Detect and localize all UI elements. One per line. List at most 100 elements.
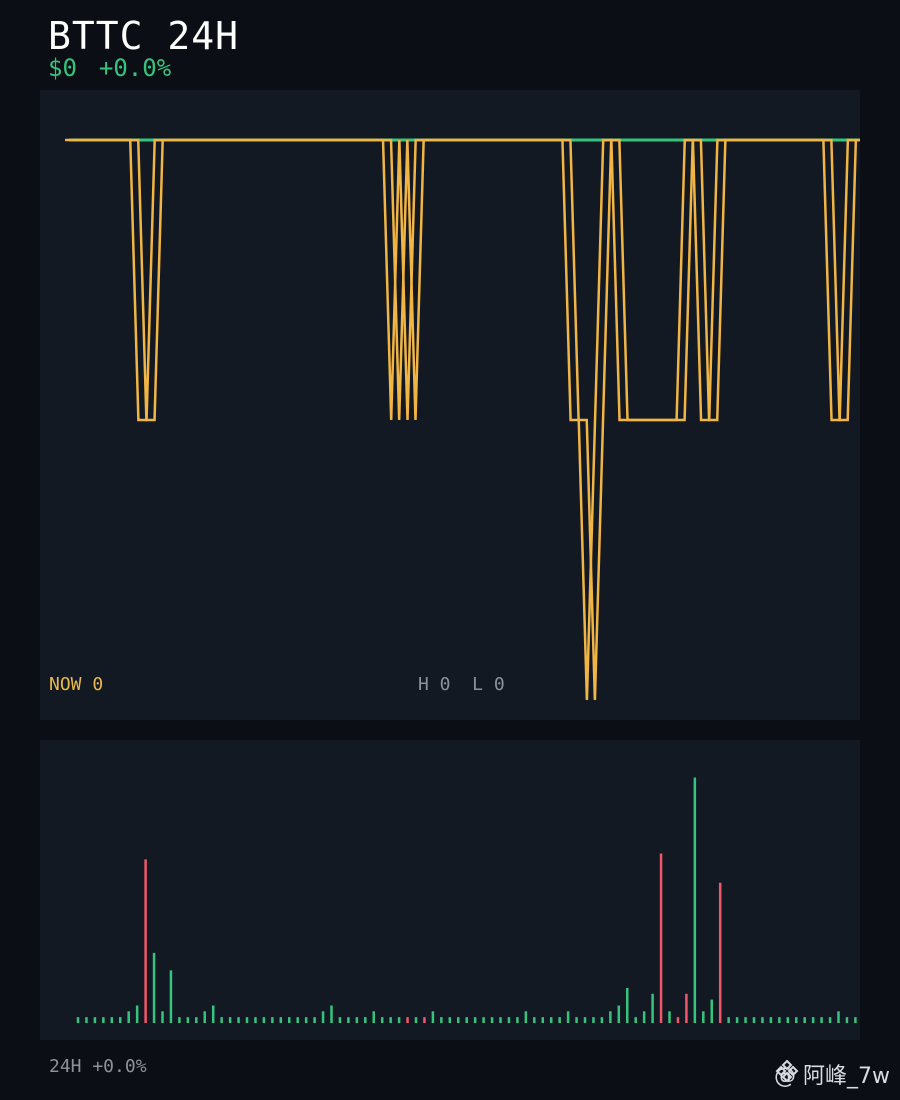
volume-bar bbox=[575, 1017, 578, 1023]
volume-bar bbox=[490, 1017, 494, 1023]
volume-bar bbox=[600, 1017, 604, 1023]
volume-bar bbox=[516, 1017, 519, 1023]
current-price: $0 bbox=[48, 54, 77, 82]
volume-bar bbox=[321, 1011, 325, 1023]
price-line-chart bbox=[65, 138, 860, 701]
volume-bar bbox=[735, 1017, 739, 1023]
volume-bar bbox=[237, 1017, 240, 1023]
price-change: +0.0% bbox=[98, 54, 172, 82]
volume-chart-panel bbox=[40, 740, 860, 1040]
volume-bar bbox=[110, 1017, 114, 1023]
volume-bar bbox=[828, 1017, 832, 1023]
volume-bar bbox=[541, 1017, 544, 1023]
volume-bar bbox=[135, 1005, 139, 1023]
volume-bar bbox=[304, 1017, 308, 1023]
volume-bar bbox=[811, 1017, 815, 1023]
volume-bar bbox=[769, 1017, 773, 1023]
volume-bar bbox=[389, 1017, 392, 1023]
price-series-line-echo bbox=[73, 138, 860, 701]
volume-bar bbox=[659, 853, 663, 1023]
volume-bar bbox=[406, 1017, 409, 1023]
volume-bar bbox=[186, 1017, 190, 1023]
volume-bar bbox=[364, 1017, 367, 1023]
volume-bar bbox=[313, 1017, 316, 1023]
footer-summary: 24H +0.0% bbox=[49, 1056, 147, 1077]
volume-bar bbox=[440, 1017, 443, 1023]
volume-bar bbox=[533, 1017, 536, 1023]
volume-bar bbox=[465, 1017, 468, 1023]
now-price-label: NOW 0 bbox=[49, 674, 104, 695]
volume-bar bbox=[693, 777, 697, 1023]
high-low-label: H 0 L 0 bbox=[418, 674, 505, 695]
volume-bar bbox=[710, 999, 713, 1023]
page-title: BTTC 24H bbox=[48, 14, 240, 58]
volume-bar bbox=[524, 1011, 528, 1023]
volume-bar bbox=[347, 1017, 350, 1023]
volume-bar bbox=[271, 1017, 274, 1023]
price-summary: $0 +0.0% bbox=[48, 54, 171, 82]
price-series-line bbox=[65, 138, 856, 701]
volume-bar bbox=[228, 1017, 232, 1023]
volume-bar bbox=[795, 1017, 798, 1023]
volume-bar bbox=[761, 1017, 764, 1023]
volume-bar bbox=[744, 1017, 747, 1023]
volume-bar bbox=[617, 1005, 621, 1023]
volume-bar bbox=[330, 1005, 333, 1023]
volume-bar bbox=[718, 882, 722, 1023]
volume-bar bbox=[195, 1017, 198, 1023]
binance-diamond-icon bbox=[775, 1059, 799, 1083]
volume-bar bbox=[414, 1017, 418, 1023]
volume-bar bbox=[727, 1017, 730, 1023]
volume-bar bbox=[803, 1017, 806, 1023]
volume-bar bbox=[549, 1017, 553, 1023]
volume-bar bbox=[507, 1017, 511, 1023]
volume-bar bbox=[473, 1017, 477, 1023]
volume-bar bbox=[355, 1017, 359, 1023]
volume-bar bbox=[668, 1011, 671, 1023]
volume-bar bbox=[499, 1017, 502, 1023]
volume-bar bbox=[457, 1017, 460, 1023]
volume-bar bbox=[152, 952, 156, 1023]
volume-bar bbox=[854, 1017, 857, 1023]
volume-bar bbox=[845, 1017, 849, 1023]
volume-bar bbox=[144, 859, 147, 1023]
volume-bar bbox=[178, 1017, 181, 1023]
volume-bar bbox=[820, 1017, 823, 1023]
volume-bar bbox=[279, 1017, 283, 1023]
volume-bar bbox=[634, 1017, 637, 1023]
volume-bar bbox=[169, 970, 173, 1023]
volume-bar bbox=[85, 1017, 88, 1023]
volume-bar bbox=[837, 1011, 840, 1023]
volume-bar bbox=[685, 993, 688, 1023]
volume-bar bbox=[558, 1017, 561, 1023]
watermark: @ 阿峰_7w bbox=[774, 1058, 890, 1090]
volume-bar bbox=[778, 1017, 781, 1023]
volume-bar bbox=[127, 1011, 130, 1023]
volume-bar bbox=[288, 1017, 291, 1023]
volume-bar bbox=[752, 1017, 756, 1023]
volume-bar bbox=[338, 1017, 342, 1023]
volume-bar bbox=[372, 1011, 375, 1023]
volume-bar bbox=[211, 1005, 215, 1023]
volume-bar bbox=[651, 993, 654, 1023]
volume-bar bbox=[119, 1017, 122, 1023]
volume-bar bbox=[642, 1011, 646, 1023]
volume-bar bbox=[566, 1011, 570, 1023]
volume-bar-chart bbox=[76, 777, 857, 1023]
volume-bar bbox=[592, 1017, 595, 1023]
volume-bar bbox=[380, 1017, 384, 1023]
volume-bar bbox=[676, 1017, 680, 1023]
volume-bar bbox=[609, 1011, 612, 1023]
volume-bar bbox=[203, 1011, 206, 1023]
volume-bar bbox=[702, 1011, 705, 1023]
volume-bar bbox=[448, 1017, 452, 1023]
volume-bar bbox=[262, 1017, 266, 1023]
volume-bar bbox=[161, 1011, 164, 1023]
volume-bar bbox=[423, 1017, 426, 1023]
volume-bar bbox=[786, 1017, 790, 1023]
volume-bar bbox=[626, 987, 629, 1023]
volume-bar bbox=[254, 1017, 257, 1023]
volume-bar bbox=[102, 1017, 105, 1023]
volume-bar bbox=[76, 1017, 80, 1023]
volume-bar bbox=[431, 1011, 435, 1023]
